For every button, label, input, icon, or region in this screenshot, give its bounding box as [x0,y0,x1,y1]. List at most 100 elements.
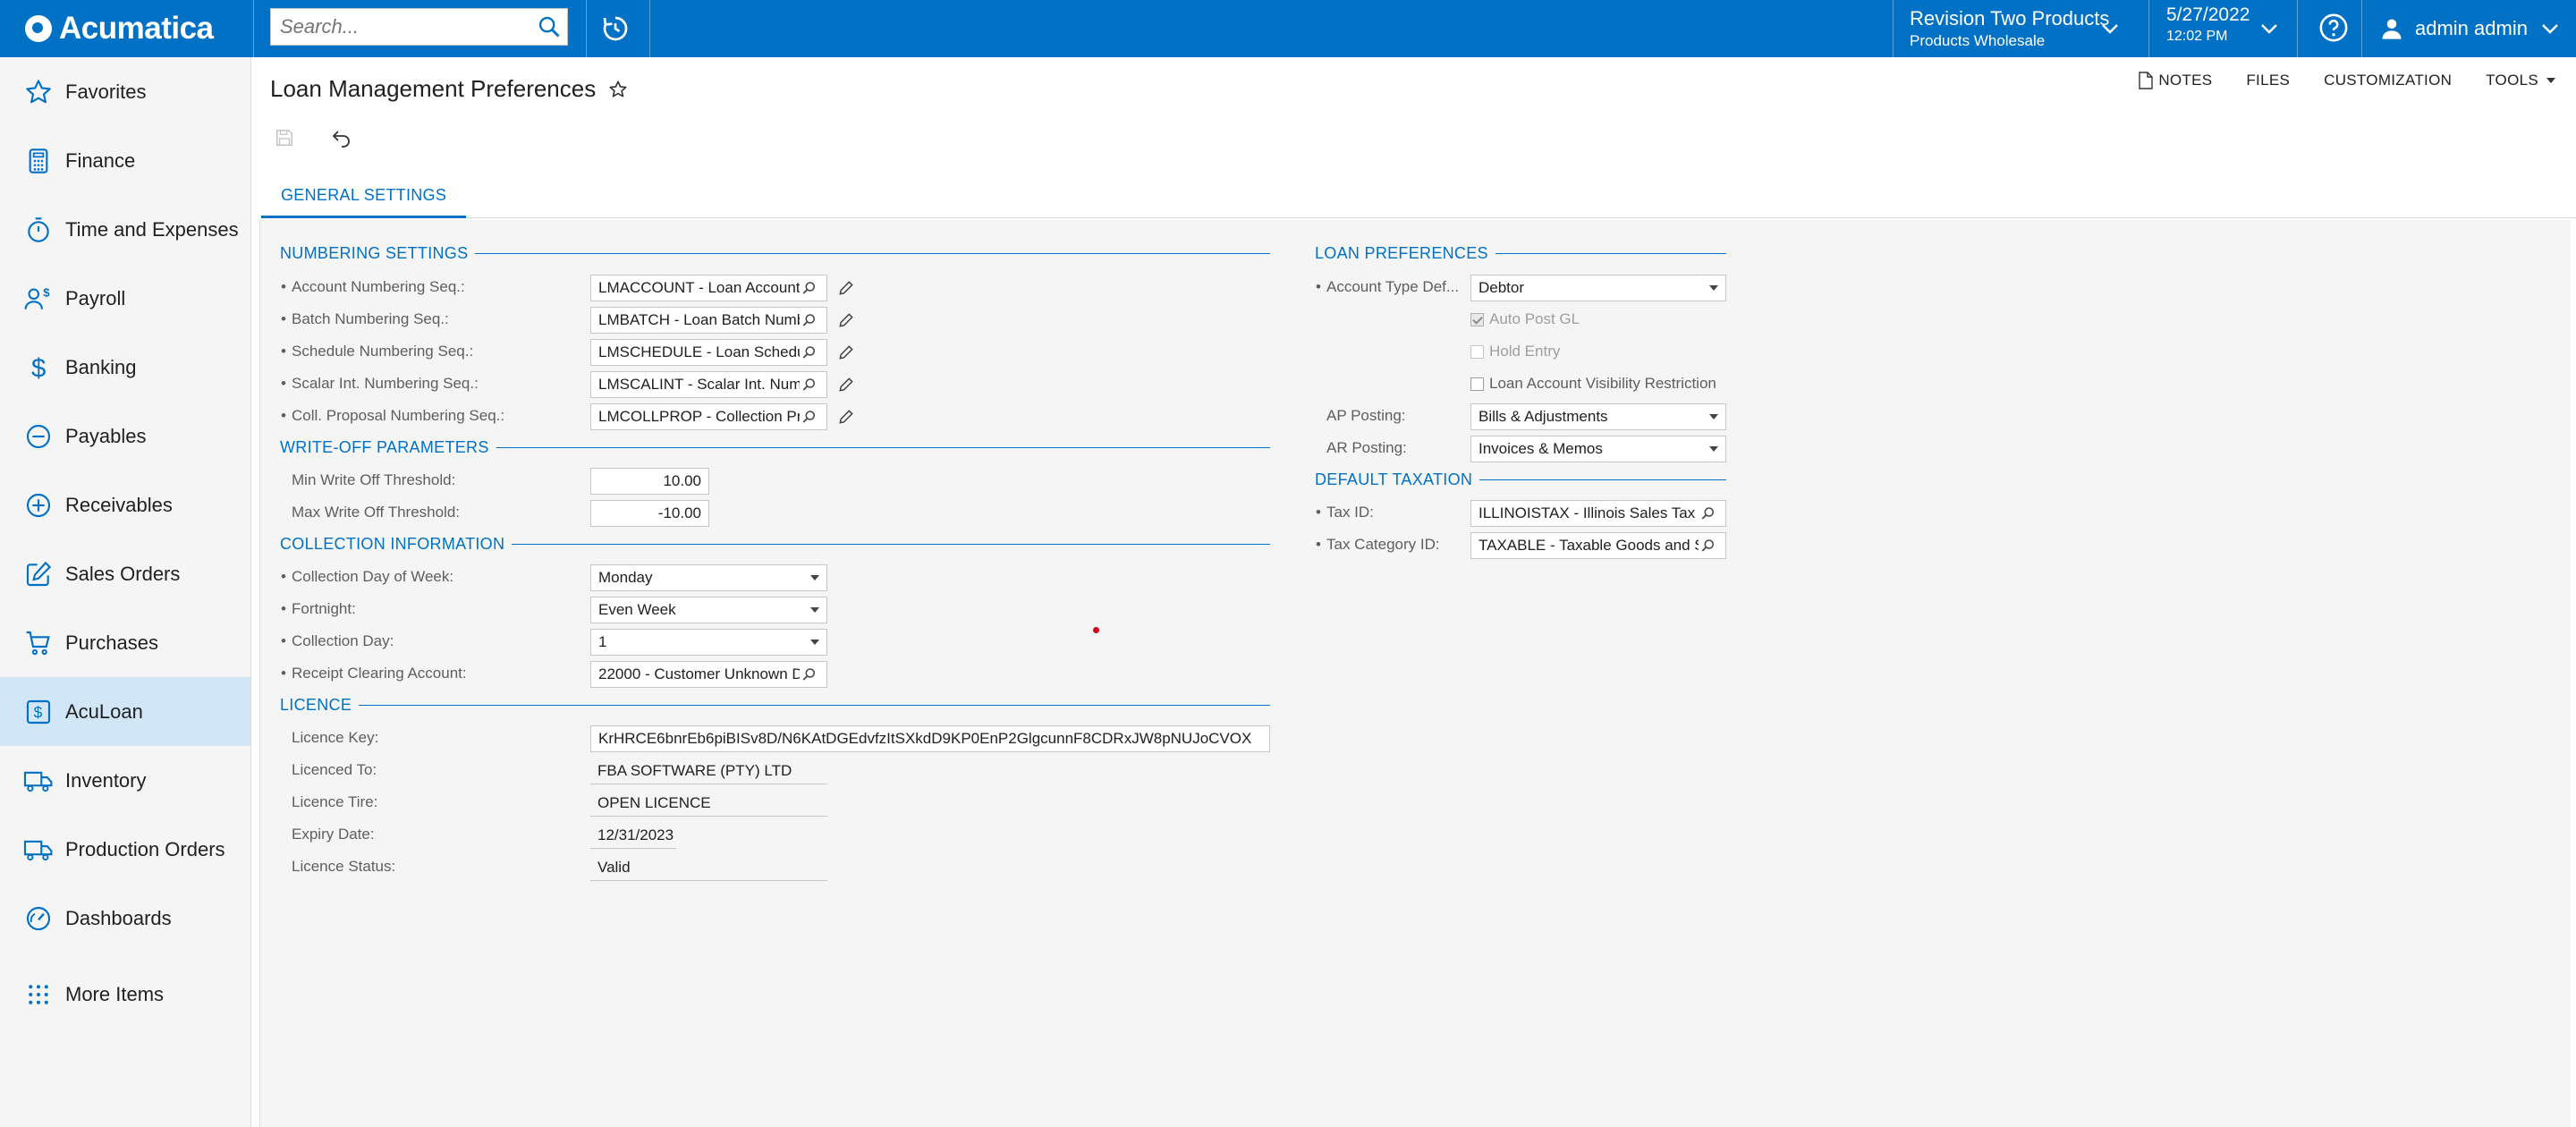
auto-post-gl-checkbox[interactable]: Auto Post GL [1470,310,1580,328]
sidebar-item-banking[interactable]: $ Banking [0,333,250,402]
ar-posting-dropdown[interactable]: Invoices & Memos [1470,436,1726,462]
sidebar-item-production-orders[interactable]: Production Orders [0,815,250,884]
sidebar-item-dashboards[interactable]: Dashboards [0,884,250,953]
tax-id-label: • Tax ID: [1316,504,1374,521]
sidebar-item-label: Receivables [65,493,173,516]
business-date-selector[interactable]: 5/27/2022 12:02 PM [2166,4,2250,45]
logo-mark-icon [25,15,52,42]
sidebar-item-receivables[interactable]: Receivables [0,470,250,539]
sidebar-item-label: Payroll [65,286,126,309]
search-icon[interactable] [537,14,562,39]
sidebar-item-aculoan[interactable]: $ AcuLoan [0,677,250,746]
account-numbering-selector[interactable]: LMACCOUNT - Loan Account Numbering [590,275,827,301]
search-icon[interactable] [1700,538,1716,554]
favorite-star-icon[interactable] [608,80,628,99]
dollar-square-icon: $ [26,699,51,724]
visibility-restriction-checkbox[interactable]: Loan Account Visibility Restriction [1470,375,1716,393]
tax-category-selector[interactable]: TAXABLE - Taxable Goods and Services [1470,532,1726,559]
customization-button[interactable]: CUSTOMIZATION [2324,72,2452,89]
page-toolbar: NOTES FILES CUSTOMIZATION TOOLS [2105,72,2556,89]
search-icon[interactable] [801,312,818,328]
schedule-numbering-selector[interactable]: LMSCHEDULE - Loan Schedule Numbering [590,339,827,366]
sidebar-item-favorites[interactable]: Favorites [0,57,250,126]
sidebar-item-inventory[interactable]: Inventory [0,746,250,815]
notes-button[interactable]: NOTES [2139,72,2212,89]
dollar-icon: $ [31,353,46,381]
scalar-numbering-selector[interactable]: LMSCALINT - Scalar Int. Numbering [590,371,827,398]
company-selector[interactable]: Revision Two Products Products Wholesale [1910,7,2109,50]
edit-pencil-icon[interactable] [837,343,855,361]
help-icon[interactable] [2318,13,2349,43]
sidebar-item-time-and-expenses[interactable]: Time and Expenses [0,195,250,264]
max-write-off-input[interactable]: -10.00 [590,500,709,527]
edit-pencil-icon[interactable] [837,311,855,329]
tax-id-selector[interactable]: ILLINOISTAX - Illinois Sales Tax [1470,500,1726,527]
licence-key-input[interactable]: KrHRCE6bnrEb6piBISv8D/N6KAtDGEdvfzItSXkd… [590,725,1270,752]
licence-tire-value: OPEN LICENCE [590,790,827,817]
sidebar-item-payables[interactable]: Payables [0,402,250,470]
company-branch: Products Wholesale [1910,32,2046,49]
hold-entry-checkbox[interactable]: Hold Entry [1470,343,1560,360]
pencil-square-icon [26,561,52,586]
save-button[interactable] [272,125,297,150]
collection-day-dropdown[interactable]: 1 [590,629,827,656]
default-taxation-header: DEFAULT TAXATION [1315,470,1726,489]
sidebar-item-label: Banking [65,355,137,378]
cancel-button[interactable] [329,125,354,150]
search-box[interactable] [270,8,568,46]
sidebar-item-purchases[interactable]: Purchases [0,608,250,677]
svg-text:$: $ [34,703,43,721]
calculator-icon [29,148,48,174]
customization-label: CUSTOMIZATION [2324,72,2453,89]
edit-pencil-icon[interactable] [837,408,855,426]
loan-preferences-header: LOAN PREFERENCES [1315,244,1726,263]
receipt-clearing-account-selector[interactable]: 22000 - Customer Unknown Deposits [590,661,827,688]
sidebar-item-more-items[interactable]: More Items [0,960,250,1029]
sidebar-item-label: Inventory [65,768,147,792]
tab-general-settings[interactable]: GENERAL SETTINGS [261,182,467,218]
acumatica-logo[interactable]: Acumatica [25,0,214,57]
plus-circle-icon [26,493,51,517]
ar-posting-label: AR Posting: [1326,439,1407,456]
collection-day-of-week-label: • Collection Day of Week: [281,568,454,585]
files-label: FILES [2246,72,2291,89]
user-menu[interactable]: admin admin [2379,0,2571,57]
files-button[interactable]: FILES [2246,72,2290,89]
coll-proposal-numbering-selector[interactable]: LMCOLLPROP - Collection Proposal Numberi… [590,403,827,430]
sidebar-item-sales-orders[interactable]: Sales Orders [0,539,250,608]
collection-day-label: • Collection Day: [281,632,394,649]
chevron-down-icon[interactable] [2100,22,2120,35]
action-bar [272,125,386,150]
sidebar-item-finance[interactable]: Finance [0,126,250,195]
min-write-off-input[interactable]: 10.00 [590,468,709,495]
chevron-down-icon[interactable] [2259,22,2279,35]
chevron-down-icon [2542,24,2558,34]
sidebar-item-label: Payables [65,424,147,447]
sidebar-item-label: Favorites [65,80,147,103]
collection-day-of-week-dropdown[interactable]: Monday [590,564,827,591]
sidebar-item-payroll[interactable]: $ Payroll [0,264,250,333]
search-input[interactable] [271,9,521,45]
notes-label: NOTES [2158,72,2213,89]
top-divider [586,0,587,57]
caret-down-icon [1709,446,1718,452]
tools-button[interactable]: TOOLS [2486,72,2556,89]
edit-pencil-icon[interactable] [837,279,855,297]
history-icon[interactable] [599,13,631,45]
collection-information-header: COLLECTION INFORMATION [280,535,1270,554]
account-type-dropdown[interactable]: Debtor [1470,275,1726,301]
search-icon[interactable] [801,377,818,393]
search-icon[interactable] [801,344,818,360]
batch-numbering-selector[interactable]: LMBATCH - Loan Batch Numbering [590,307,827,334]
edit-pencil-icon[interactable] [837,376,855,394]
ap-posting-dropdown[interactable]: Bills & Adjustments [1470,403,1726,430]
user-name: admin admin [2415,17,2528,39]
search-icon[interactable] [801,409,818,425]
hold-entry-label: Hold Entry [1489,343,1561,360]
search-icon[interactable] [801,666,818,682]
fortnight-dropdown[interactable]: Even Week [590,597,827,623]
coll-proposal-numbering-label: • Coll. Proposal Numbering Seq.: [281,407,505,424]
search-icon[interactable] [801,280,818,296]
search-icon[interactable] [1700,505,1716,521]
sidebar-item-label: Purchases [65,631,158,654]
